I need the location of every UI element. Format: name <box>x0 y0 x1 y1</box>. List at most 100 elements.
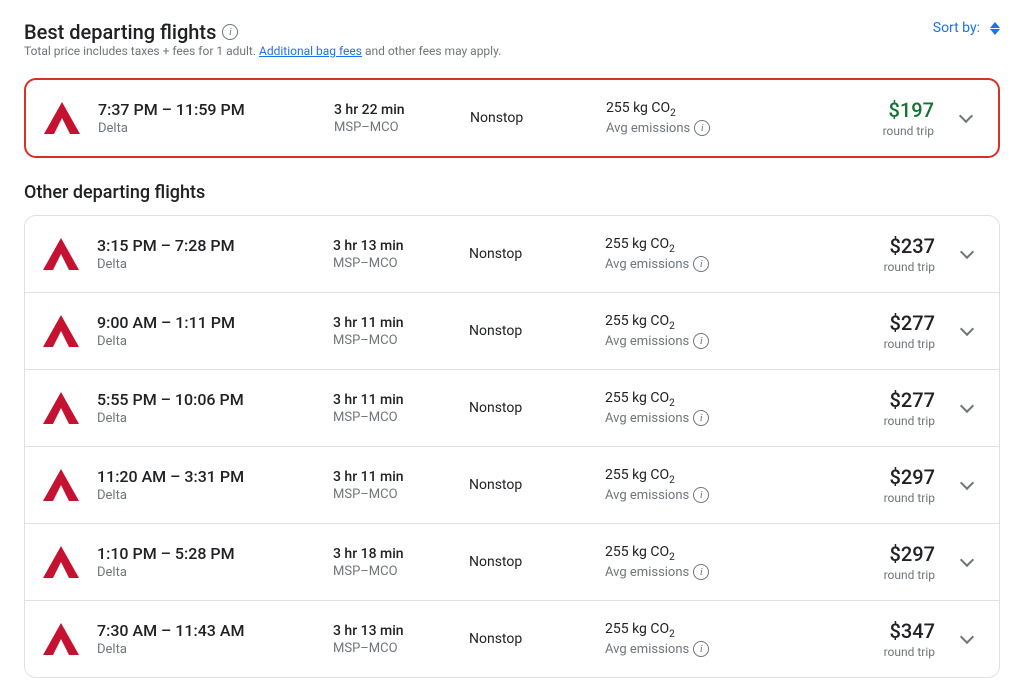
flight-route: MSP–MCO <box>333 256 453 271</box>
best-flight-airline: Delta <box>98 121 318 136</box>
delta-logo-icon <box>41 390 81 426</box>
flight-expand-chevron[interactable] <box>951 637 983 642</box>
flight-times-col: 9:00 AM – 1:11 PM Delta <box>97 313 317 349</box>
emissions-info-icon[interactable]: i <box>693 333 709 349</box>
delta-logo-icon <box>41 313 81 349</box>
chevron-down-icon <box>960 552 974 566</box>
flight-stops-col: Nonstop <box>469 631 589 647</box>
flight-price: $237 <box>835 234 935 258</box>
flight-times-col: 5:55 PM – 10:06 PM Delta <box>97 390 317 426</box>
avg-emissions-text: Avg emissions <box>605 257 689 272</box>
best-flight-price-label: round trip <box>834 124 934 138</box>
flight-price-label: round trip <box>835 645 935 659</box>
flight-times-col: 1:10 PM – 5:28 PM Delta <box>97 544 317 580</box>
chevron-down-icon <box>960 629 974 643</box>
flight-row[interactable]: 7:30 AM – 11:43 AM Delta 3 hr 13 min MSP… <box>25 601 999 677</box>
flight-route: MSP–MCO <box>333 487 453 502</box>
flight-expand-chevron[interactable] <box>951 406 983 411</box>
flight-expand-chevron[interactable] <box>951 483 983 488</box>
sort-by-button[interactable]: Sort by: <box>933 20 1000 36</box>
avg-emissions-text: Avg emissions <box>605 565 689 580</box>
flight-stops-col: Nonstop <box>469 477 589 493</box>
flight-stops: Nonstop <box>469 323 589 339</box>
flight-emissions-col: 255 kg CO2 Avg emissions i <box>605 236 819 273</box>
avg-emissions-text: Avg emissions <box>605 642 689 657</box>
airline-logo <box>41 234 81 274</box>
best-flight-route: MSP–MCO <box>334 120 454 135</box>
sort-label: Sort by: <box>933 20 980 36</box>
avg-emissions-text: Avg emissions <box>605 488 689 503</box>
emissions-info-icon[interactable]: i <box>694 120 710 136</box>
flight-airline: Delta <box>97 565 317 580</box>
best-flight-stops-col: Nonstop <box>470 110 590 126</box>
flight-stops-col: Nonstop <box>469 400 589 416</box>
flight-duration-col: 3 hr 11 min MSP–MCO <box>333 469 453 502</box>
emissions-info-icon[interactable]: i <box>693 410 709 426</box>
flight-row[interactable]: 1:10 PM – 5:28 PM Delta 3 hr 18 min MSP–… <box>25 524 999 601</box>
flight-expand-chevron[interactable] <box>951 252 983 257</box>
chevron-down-icon <box>960 321 974 335</box>
emissions-info-icon[interactable]: i <box>693 487 709 503</box>
flight-duration: 3 hr 11 min <box>333 392 453 408</box>
airline-logo <box>41 542 81 582</box>
best-flight-expand-chevron[interactable] <box>950 116 982 121</box>
flight-stops: Nonstop <box>469 400 589 416</box>
flight-times: 3:15 PM – 7:28 PM <box>97 236 317 255</box>
avg-emissions-text: Avg emissions <box>605 411 689 426</box>
flight-emissions-label: Avg emissions i <box>605 564 819 580</box>
delta-logo-icon <box>41 621 81 657</box>
emissions-info-icon[interactable]: i <box>693 564 709 580</box>
chevron-down-icon <box>960 244 974 258</box>
flight-times-col: 3:15 PM – 7:28 PM Delta <box>97 236 317 272</box>
flight-emissions-val: 255 kg CO2 <box>605 621 819 640</box>
best-flight-emissions-label: Avg emissions i <box>606 120 818 136</box>
flight-expand-chevron[interactable] <box>951 560 983 565</box>
flight-times-col: 11:20 AM – 3:31 PM Delta <box>97 467 317 503</box>
airline-logo <box>41 619 81 659</box>
flight-emissions-val: 255 kg CO2 <box>605 467 819 486</box>
bag-fees-link[interactable]: Additional bag fees <box>259 44 362 58</box>
flight-duration-col: 3 hr 11 min MSP–MCO <box>333 315 453 348</box>
flight-row[interactable]: 9:00 AM – 1:11 PM Delta 3 hr 11 min MSP–… <box>25 293 999 370</box>
best-flight-emissions-col: 255 kg CO2 Avg emissions i <box>606 100 818 137</box>
flight-duration: 3 hr 13 min <box>333 623 453 639</box>
flight-stops-col: Nonstop <box>469 323 589 339</box>
flight-airline: Delta <box>97 334 317 349</box>
flight-price-col: $277 round trip <box>835 311 935 351</box>
flight-price-label: round trip <box>835 414 935 428</box>
flight-emissions-label: Avg emissions i <box>605 333 819 349</box>
flight-airline: Delta <box>97 488 317 503</box>
airline-logo <box>41 311 81 351</box>
flight-route: MSP–MCO <box>333 641 453 656</box>
flight-price-label: round trip <box>835 568 935 582</box>
flight-row[interactable]: 11:20 AM – 3:31 PM Delta 3 hr 11 min MSP… <box>25 447 999 524</box>
flight-row[interactable]: 5:55 PM – 10:06 PM Delta 3 hr 11 min MSP… <box>25 370 999 447</box>
emissions-info-icon[interactable]: i <box>693 641 709 657</box>
flight-times: 9:00 AM – 1:11 PM <box>97 313 317 332</box>
best-flight-avg-emissions: Avg emissions <box>606 121 690 136</box>
best-flight-price: $197 <box>834 98 934 122</box>
emissions-info-icon[interactable]: i <box>693 256 709 272</box>
flight-emissions-val: 255 kg CO2 <box>605 390 819 409</box>
flight-price-label: round trip <box>835 337 935 351</box>
info-icon[interactable]: i <box>222 24 238 40</box>
flight-emissions-label: Avg emissions i <box>605 410 819 426</box>
flight-route: MSP–MCO <box>333 333 453 348</box>
flight-duration: 3 hr 11 min <box>333 315 453 331</box>
flight-emissions-col: 255 kg CO2 Avg emissions i <box>605 467 819 504</box>
flight-duration: 3 hr 13 min <box>333 238 453 254</box>
section-title: Best departing flights i <box>24 20 501 44</box>
airline-logo <box>41 388 81 428</box>
chevron-down-icon <box>959 108 973 122</box>
flight-price-label: round trip <box>835 260 935 274</box>
best-flight-emissions-val: 255 kg CO2 <box>606 100 818 119</box>
best-flight-card[interactable]: 7:37 PM – 11:59 PM Delta 3 hr 22 min MSP… <box>24 78 1000 158</box>
flight-price-col: $347 round trip <box>835 619 935 659</box>
flight-price-label: round trip <box>835 491 935 505</box>
flight-expand-chevron[interactable] <box>951 329 983 334</box>
best-flight-stops: Nonstop <box>470 110 590 126</box>
flight-row[interactable]: 3:15 PM – 7:28 PM Delta 3 hr 13 min MSP–… <box>25 216 999 293</box>
chevron-down-icon <box>960 475 974 489</box>
flight-duration-col: 3 hr 18 min MSP–MCO <box>333 546 453 579</box>
flight-price: $297 <box>835 542 935 566</box>
